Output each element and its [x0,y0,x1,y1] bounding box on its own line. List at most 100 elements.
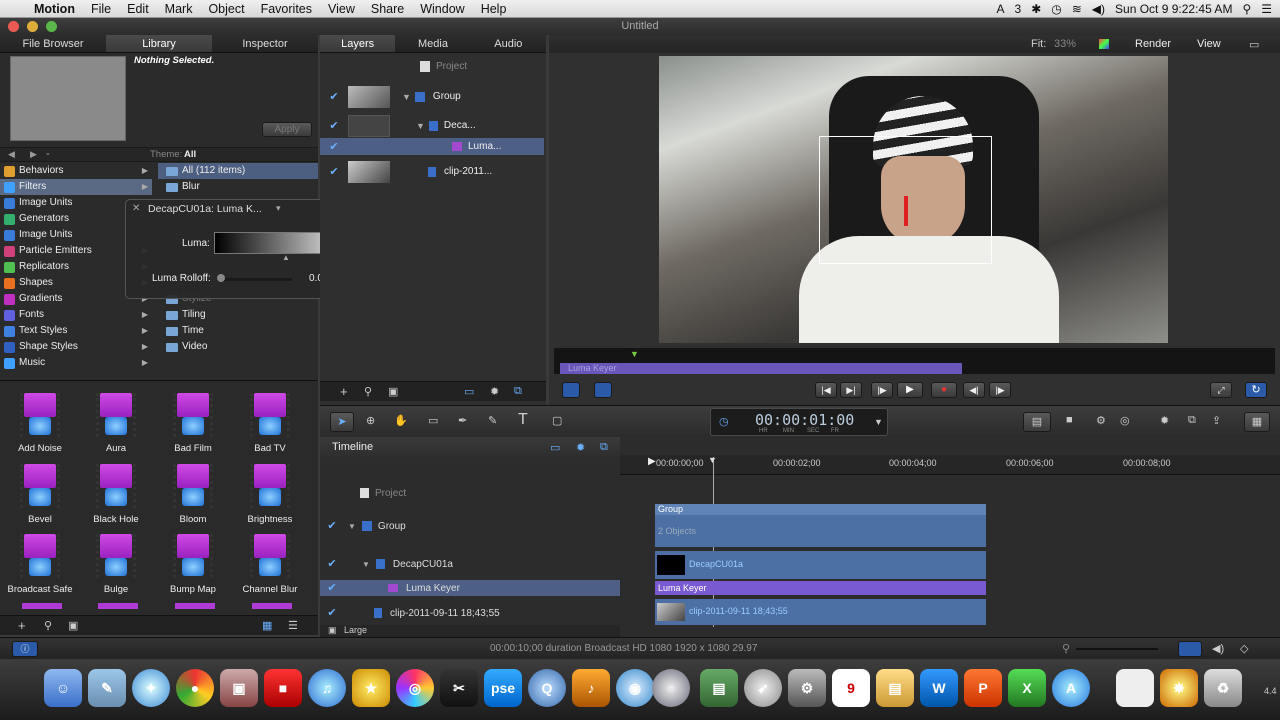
size-popup[interactable]: Large [344,625,367,635]
category-item[interactable]: Filters ▶ [0,179,152,195]
garageband-icon[interactable]: ♪ [572,669,610,707]
info-icon[interactable]: ⓘ [12,641,38,657]
checkbox-icon[interactable]: ✔ [328,141,340,153]
forward-arrow-icon[interactable]: ▶ [30,149,37,160]
motion-project-icon[interactable]: ✸ [1160,669,1198,707]
category-item[interactable]: Music ▶ [0,355,152,371]
menu-file[interactable]: File [83,2,119,16]
adobe-icon[interactable]: A [996,2,1004,16]
loop-icon[interactable] [562,382,580,398]
close-hud-icon[interactable]: ✕ [132,203,140,214]
preview-icon[interactable]: ▣ [388,385,398,398]
app-store-icon[interactable]: A [1052,669,1090,707]
view-menu[interactable]: View [1197,38,1221,50]
layer-row-clip[interactable]: ✔ clip-2011... [320,160,544,183]
gear-icon[interactable]: ✹ [490,385,499,398]
checkbox-icon[interactable]: ✔ [328,91,340,103]
video-track-icon[interactable]: ▭ [550,441,560,454]
go-start-icon[interactable]: |◀ [815,382,837,398]
layers-view-icon[interactable]: ▭ [464,385,474,398]
minimize-icon[interactable] [27,21,38,32]
timeline-row-clip[interactable]: ✔ clip-2011-09-11 18;43;55 [320,602,620,624]
list-view-icon[interactable]: ☰ [288,619,298,632]
tab-file-browser[interactable]: File Browser [0,35,106,52]
behaviors-icon[interactable]: ⚙ [1096,414,1106,427]
refresh-icon[interactable]: ↻ [1245,382,1267,398]
notification-icon[interactable]: ☰ [1261,2,1272,16]
disclosure-icon[interactable]: ▼ [416,121,425,131]
luma-keyer-bar[interactable]: Luma Keyer [655,581,986,595]
menu-edit[interactable]: Edit [119,2,157,16]
notes-icon[interactable]: ▤ [876,669,914,707]
filter-thumb[interactable]: Channel Blur [232,534,308,602]
system-icon[interactable]: ▤ [700,669,738,707]
playhead-handle[interactable]: ▼ [708,455,717,465]
checkbox-icon[interactable]: ✔ [326,558,338,570]
chrome-icon[interactable]: ● [176,669,214,707]
objects-bar[interactable]: 2 Objects [655,515,986,547]
category-item[interactable]: Behaviors ▶ [0,163,152,179]
tab-inspector[interactable]: Inspector [212,35,318,52]
group-bar[interactable]: Group [655,504,986,515]
imovie-icon[interactable]: ★ [352,669,390,707]
folder-item[interactable]: Video [158,339,318,355]
preview-app-icon[interactable]: ✎ [88,669,126,707]
filter-thumb[interactable]: Bad TV [232,393,308,461]
show-video-icon[interactable] [1178,641,1202,657]
filter-thumb[interactable]: Broadcast Safe [2,534,78,602]
powerpoint-icon[interactable]: P [964,669,1002,707]
timeline-row-luma[interactable]: ✔ Luma Keyer [320,580,620,596]
mini-timeline[interactable]: ▼ Luma Keyer [554,348,1275,374]
calendar-icon[interactable]: 9 [832,669,870,707]
fullscreen-icon[interactable]: ⤢ [1210,382,1232,398]
category-item[interactable]: Shape Styles ▶ [0,339,152,355]
hud-toggle-icon[interactable]: ▦ [1244,412,1270,432]
zoom-slider[interactable] [1076,648,1158,650]
filter-thumb[interactable]: Brightness [232,464,308,532]
timeline-row-decap[interactable]: ✔ ▼ DecapCU01a [320,553,620,575]
camera-icon[interactable]: ■ [1066,414,1073,426]
add-icon[interactable]: + [18,618,26,633]
filters-icon[interactable]: ◎ [1120,414,1130,427]
path-popup[interactable]: - [46,148,50,160]
trash-icon[interactable]: ♻ [1204,669,1242,707]
apply-button[interactable]: Apply [262,122,312,137]
menu-app[interactable]: Motion [26,2,83,16]
step-back-icon[interactable]: ▶| [840,382,862,398]
theme-popup[interactable]: All [184,149,196,160]
timeline-row-project[interactable]: Project [320,481,620,505]
layer-row-group[interactable]: ✔ ▼ Group [320,85,544,108]
rolloff-slider[interactable] [220,278,292,281]
checkbox-icon[interactable]: ✔ [326,607,338,619]
filter-thumb[interactable]: Bad Film [155,393,231,461]
add-layer-icon[interactable]: + [340,384,348,399]
folder-item[interactable]: Time [158,323,318,339]
back-arrow-icon[interactable]: ◀ [8,149,15,160]
fit-popup[interactable]: 33% [1054,38,1076,50]
filter-track-icon[interactable]: ✹ [576,441,585,454]
final-cut-icon[interactable]: ✂ [440,669,478,707]
show-audio-icon[interactable]: ◀) [1212,642,1224,655]
luma-handle[interactable]: ▲ [282,253,290,262]
disclosure-icon[interactable]: ▼ [402,92,411,102]
tab-library[interactable]: Library [106,35,212,52]
make-clone-icon[interactable]: ⧉ [1188,414,1196,427]
close-icon[interactable] [8,21,19,32]
zoom-out-icon[interactable]: ⚲ [1062,642,1070,655]
wifi-icon[interactable]: ≋ [1072,2,1082,16]
bluetooth-icon[interactable]: ✱ [1031,2,1041,16]
search-icon[interactable]: ⚲ [364,385,372,398]
filter-thumb[interactable]: Add Noise [2,393,78,461]
timeline-ruler[interactable]: 00:00:00;00 00:00:02;00 00:00:04;00 00:0… [620,455,1280,475]
filter-thumb[interactable]: Bulge [78,534,154,602]
zoom-icon[interactable] [46,21,57,32]
layer-row-decap[interactable]: ✔ ▼ Deca... [320,114,544,137]
disclosure-icon[interactable]: ▼ [362,560,370,569]
decap-bar[interactable]: DecapCU01a [655,551,986,579]
finder-icon[interactable]: ☺ [44,669,82,707]
record-icon[interactable]: ● [931,382,957,398]
disclosure-icon[interactable]: ▼ [348,522,356,531]
photo-booth-icon[interactable]: ▣ [220,669,258,707]
folder-item[interactable]: All (112 items) [158,163,318,179]
checkbox-icon[interactable]: ✔ [328,120,340,132]
